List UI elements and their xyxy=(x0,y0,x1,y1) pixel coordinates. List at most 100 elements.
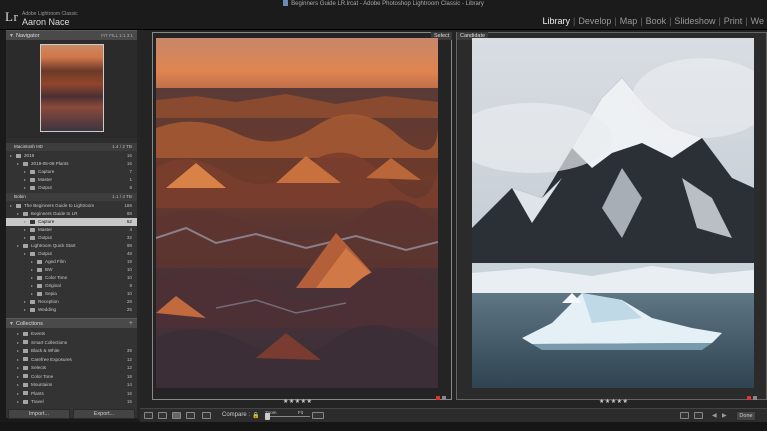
folder-icon xyxy=(30,307,35,312)
folder-row[interactable]: ▸ Lightroom Quick Start 98 xyxy=(6,242,137,250)
identity-plate-bar: Beginners Guide LR.lrcat - Adobe Photosh… xyxy=(0,0,767,30)
folder-count: 39 xyxy=(126,348,132,353)
folder-name: Carefree Exposures xyxy=(31,356,72,362)
folder-name: Mountains xyxy=(31,382,53,387)
module-print[interactable]: Print xyxy=(721,16,746,26)
zoom-slider[interactable] xyxy=(265,416,310,417)
module-library[interactable]: Library xyxy=(539,16,573,26)
people-view-icon[interactable] xyxy=(202,412,211,419)
navigator-thumbnail[interactable] xyxy=(40,44,104,132)
folder-count: 18 xyxy=(126,373,132,379)
folder-row[interactable]: ▸ Travel 15 xyxy=(6,398,137,406)
candidate-color-label-icon[interactable] xyxy=(747,396,751,400)
folder-row[interactable]: ▸ Original 8 xyxy=(6,282,137,290)
folder-count: 32 xyxy=(126,235,132,240)
volume-name: Bobin xyxy=(14,194,26,199)
folder-row[interactable]: ▸ Capture 7 xyxy=(6,168,137,176)
swap-icon[interactable] xyxy=(680,412,689,419)
folder-row[interactable]: ▸ Sepia 10 xyxy=(6,290,137,298)
export-button[interactable]: Export... xyxy=(73,409,135,419)
module-web[interactable]: We xyxy=(748,16,767,26)
folder-row[interactable]: ▸ 2019-05-08 Plants 16 xyxy=(6,160,137,168)
zoom-value: Fit xyxy=(298,410,303,415)
collapse-triangle-icon: ▼ xyxy=(9,321,14,327)
identity-plate: Adobe Lightroom Classic Aaron Nace xyxy=(22,10,78,27)
folder-name: Output xyxy=(38,185,52,190)
import-button[interactable]: Import... xyxy=(8,409,70,419)
folder-row[interactable]: ▸ Capture 52 xyxy=(6,218,137,226)
folder-row[interactable]: ▸ Selects 12 xyxy=(6,364,137,372)
folder-icon xyxy=(30,177,35,182)
folder-count: 10 xyxy=(126,291,132,296)
sync-icon[interactable] xyxy=(312,412,324,419)
done-button[interactable]: Done xyxy=(736,411,756,421)
module-slideshow[interactable]: Slideshow xyxy=(671,16,718,26)
loupe-view-icon[interactable] xyxy=(158,412,167,419)
navigator-header[interactable]: ▼ Navigator FIT FILL 1:1 3:1 xyxy=(6,30,137,40)
folder-row[interactable]: ▸ Wedding 25 xyxy=(6,306,137,314)
select-color-label-icon[interactable] xyxy=(436,396,440,400)
folder-count: 8 xyxy=(129,283,132,288)
select-rating-stars[interactable]: ★★★★★ xyxy=(283,398,312,405)
folder-row[interactable]: ▸ The Beginners Guide to Lightroom 186 xyxy=(6,202,137,210)
make-select-icon[interactable] xyxy=(694,412,703,419)
folder-row[interactable]: ▸ Mountains 14 xyxy=(6,381,137,389)
folder-row[interactable]: ▸ Master 1 xyxy=(6,176,137,184)
select-close-icon[interactable] xyxy=(442,396,446,400)
folder-row[interactable]: ▸ Beginners Guide to LR 88 xyxy=(6,210,137,218)
folder-row[interactable]: ▸ Output 48 xyxy=(6,250,137,258)
folder-row[interactable]: ▸ Color Tone 18 xyxy=(6,373,137,381)
folder-icon xyxy=(23,331,28,336)
select-photo[interactable] xyxy=(156,38,438,388)
folder-row[interactable]: ▸ Reception 28 xyxy=(6,298,137,306)
folder-row[interactable]: ▸ Aged Film 19 xyxy=(6,258,137,266)
volume-row[interactable]: Macintosh HD 1.4 / 2 TB xyxy=(6,143,137,151)
folder-icon xyxy=(30,185,35,190)
compare-view-icon[interactable] xyxy=(172,412,181,419)
folder-name: Aged Film xyxy=(45,259,66,264)
identity-name: Aaron Nace xyxy=(22,17,70,27)
folder-row[interactable]: ▸ Carefree Exposures 12 xyxy=(6,356,137,364)
folder-name: Events xyxy=(31,331,46,336)
add-collection-icon[interactable]: + xyxy=(129,319,133,329)
lock-icon[interactable]: 🔒 xyxy=(252,412,259,419)
folder-name: Master xyxy=(38,227,53,232)
collections-header[interactable]: ▼ Collections + xyxy=(6,318,137,328)
folder-count: 10 xyxy=(126,275,132,280)
next-arrow-icon[interactable]: ▶ xyxy=(722,412,727,419)
folder-icon xyxy=(23,399,28,404)
folder-row[interactable]: ▸ Output 8 xyxy=(6,184,137,192)
folder-icon xyxy=(37,259,42,264)
previous-arrow-icon[interactable]: ◀ xyxy=(712,412,717,419)
folder-icon xyxy=(16,153,21,158)
zoom-slider-knob[interactable] xyxy=(265,413,270,420)
folder-row[interactable]: ▸ 2019 16 xyxy=(6,152,137,160)
candidate-close-icon[interactable] xyxy=(753,396,757,400)
bottom-toolbar: Compare : 🔒 Zoom Fit ◀ ▶ Done xyxy=(140,408,767,422)
folder-row[interactable]: ▸ Black & White 39 xyxy=(6,347,137,355)
folder-row[interactable]: ▸ Plants 16 xyxy=(6,390,137,398)
folder-icon xyxy=(23,357,28,362)
folder-row[interactable]: ▸ Smart Collections xyxy=(6,339,137,347)
folder-row[interactable]: ▸ Output 32 xyxy=(6,234,137,242)
folder-count: 10 xyxy=(126,267,132,272)
module-book[interactable]: Book xyxy=(643,16,670,26)
compare-label: Compare : xyxy=(222,412,251,418)
volume-info: 1.4 / 2 TB xyxy=(112,144,132,149)
candidate-photo[interactable] xyxy=(472,38,754,388)
folder-row[interactable]: ▸ Color Tone 10 xyxy=(6,274,137,282)
folder-name: Color Tone xyxy=(31,373,54,379)
folder-row[interactable]: ▸ Events xyxy=(6,330,137,338)
folder-row[interactable]: ▸ Master 4 xyxy=(6,226,137,234)
module-develop[interactable]: Develop xyxy=(575,16,614,26)
survey-view-icon[interactable] xyxy=(186,412,195,419)
folder-icon xyxy=(23,211,28,216)
candidate-rating-stars[interactable]: ★★★★★ xyxy=(599,398,628,405)
grid-view-icon[interactable] xyxy=(144,412,153,419)
folder-icon xyxy=(37,291,42,296)
iceberg-image xyxy=(472,38,754,388)
folder-row[interactable]: ▸ BW 10 xyxy=(6,266,137,274)
folder-name: Black & White xyxy=(31,348,60,353)
volume-row[interactable]: Bobin 1.1 / 4 TB xyxy=(6,193,137,201)
module-map[interactable]: Map xyxy=(617,16,641,26)
